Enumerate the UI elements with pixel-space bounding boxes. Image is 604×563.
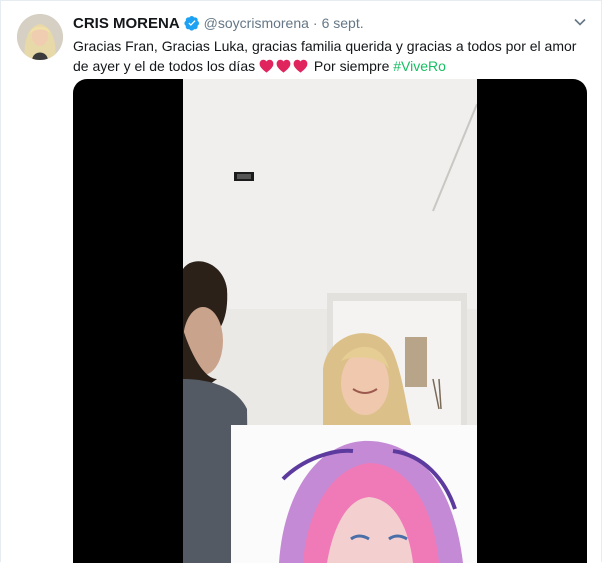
hashtag-link[interactable]: #ViveRo: [393, 58, 446, 74]
heart-icon: [293, 59, 308, 73]
display-name[interactable]: CRIS MORENA: [73, 15, 180, 32]
video-still-image: [183, 79, 477, 563]
tweet-card[interactable]: CRIS MORENA @soycrismorena · 6 sept. Gra…: [0, 0, 602, 563]
verified-badge-icon: [184, 15, 200, 31]
avatar-image: [17, 14, 63, 60]
chevron-down-icon[interactable]: [573, 15, 587, 29]
avatar[interactable]: [17, 14, 63, 60]
video-frame: [183, 79, 477, 563]
heart-emojis: [259, 58, 314, 74]
user-handle[interactable]: @soycrismorena: [204, 15, 309, 31]
heart-icon: [259, 59, 274, 73]
separator-dot: ·: [312, 15, 318, 31]
heart-icon: [276, 59, 291, 73]
tweet-text-tail: Por siempre: [313, 58, 390, 74]
tweet-header: CRIS MORENA @soycrismorena · 6 sept.: [73, 13, 587, 33]
tweet-date[interactable]: 6 sept.: [322, 15, 364, 31]
tweet-text: Gracias Fran, Gracias Luka, gracias fami…: [73, 36, 591, 76]
video-player[interactable]: [73, 79, 587, 563]
